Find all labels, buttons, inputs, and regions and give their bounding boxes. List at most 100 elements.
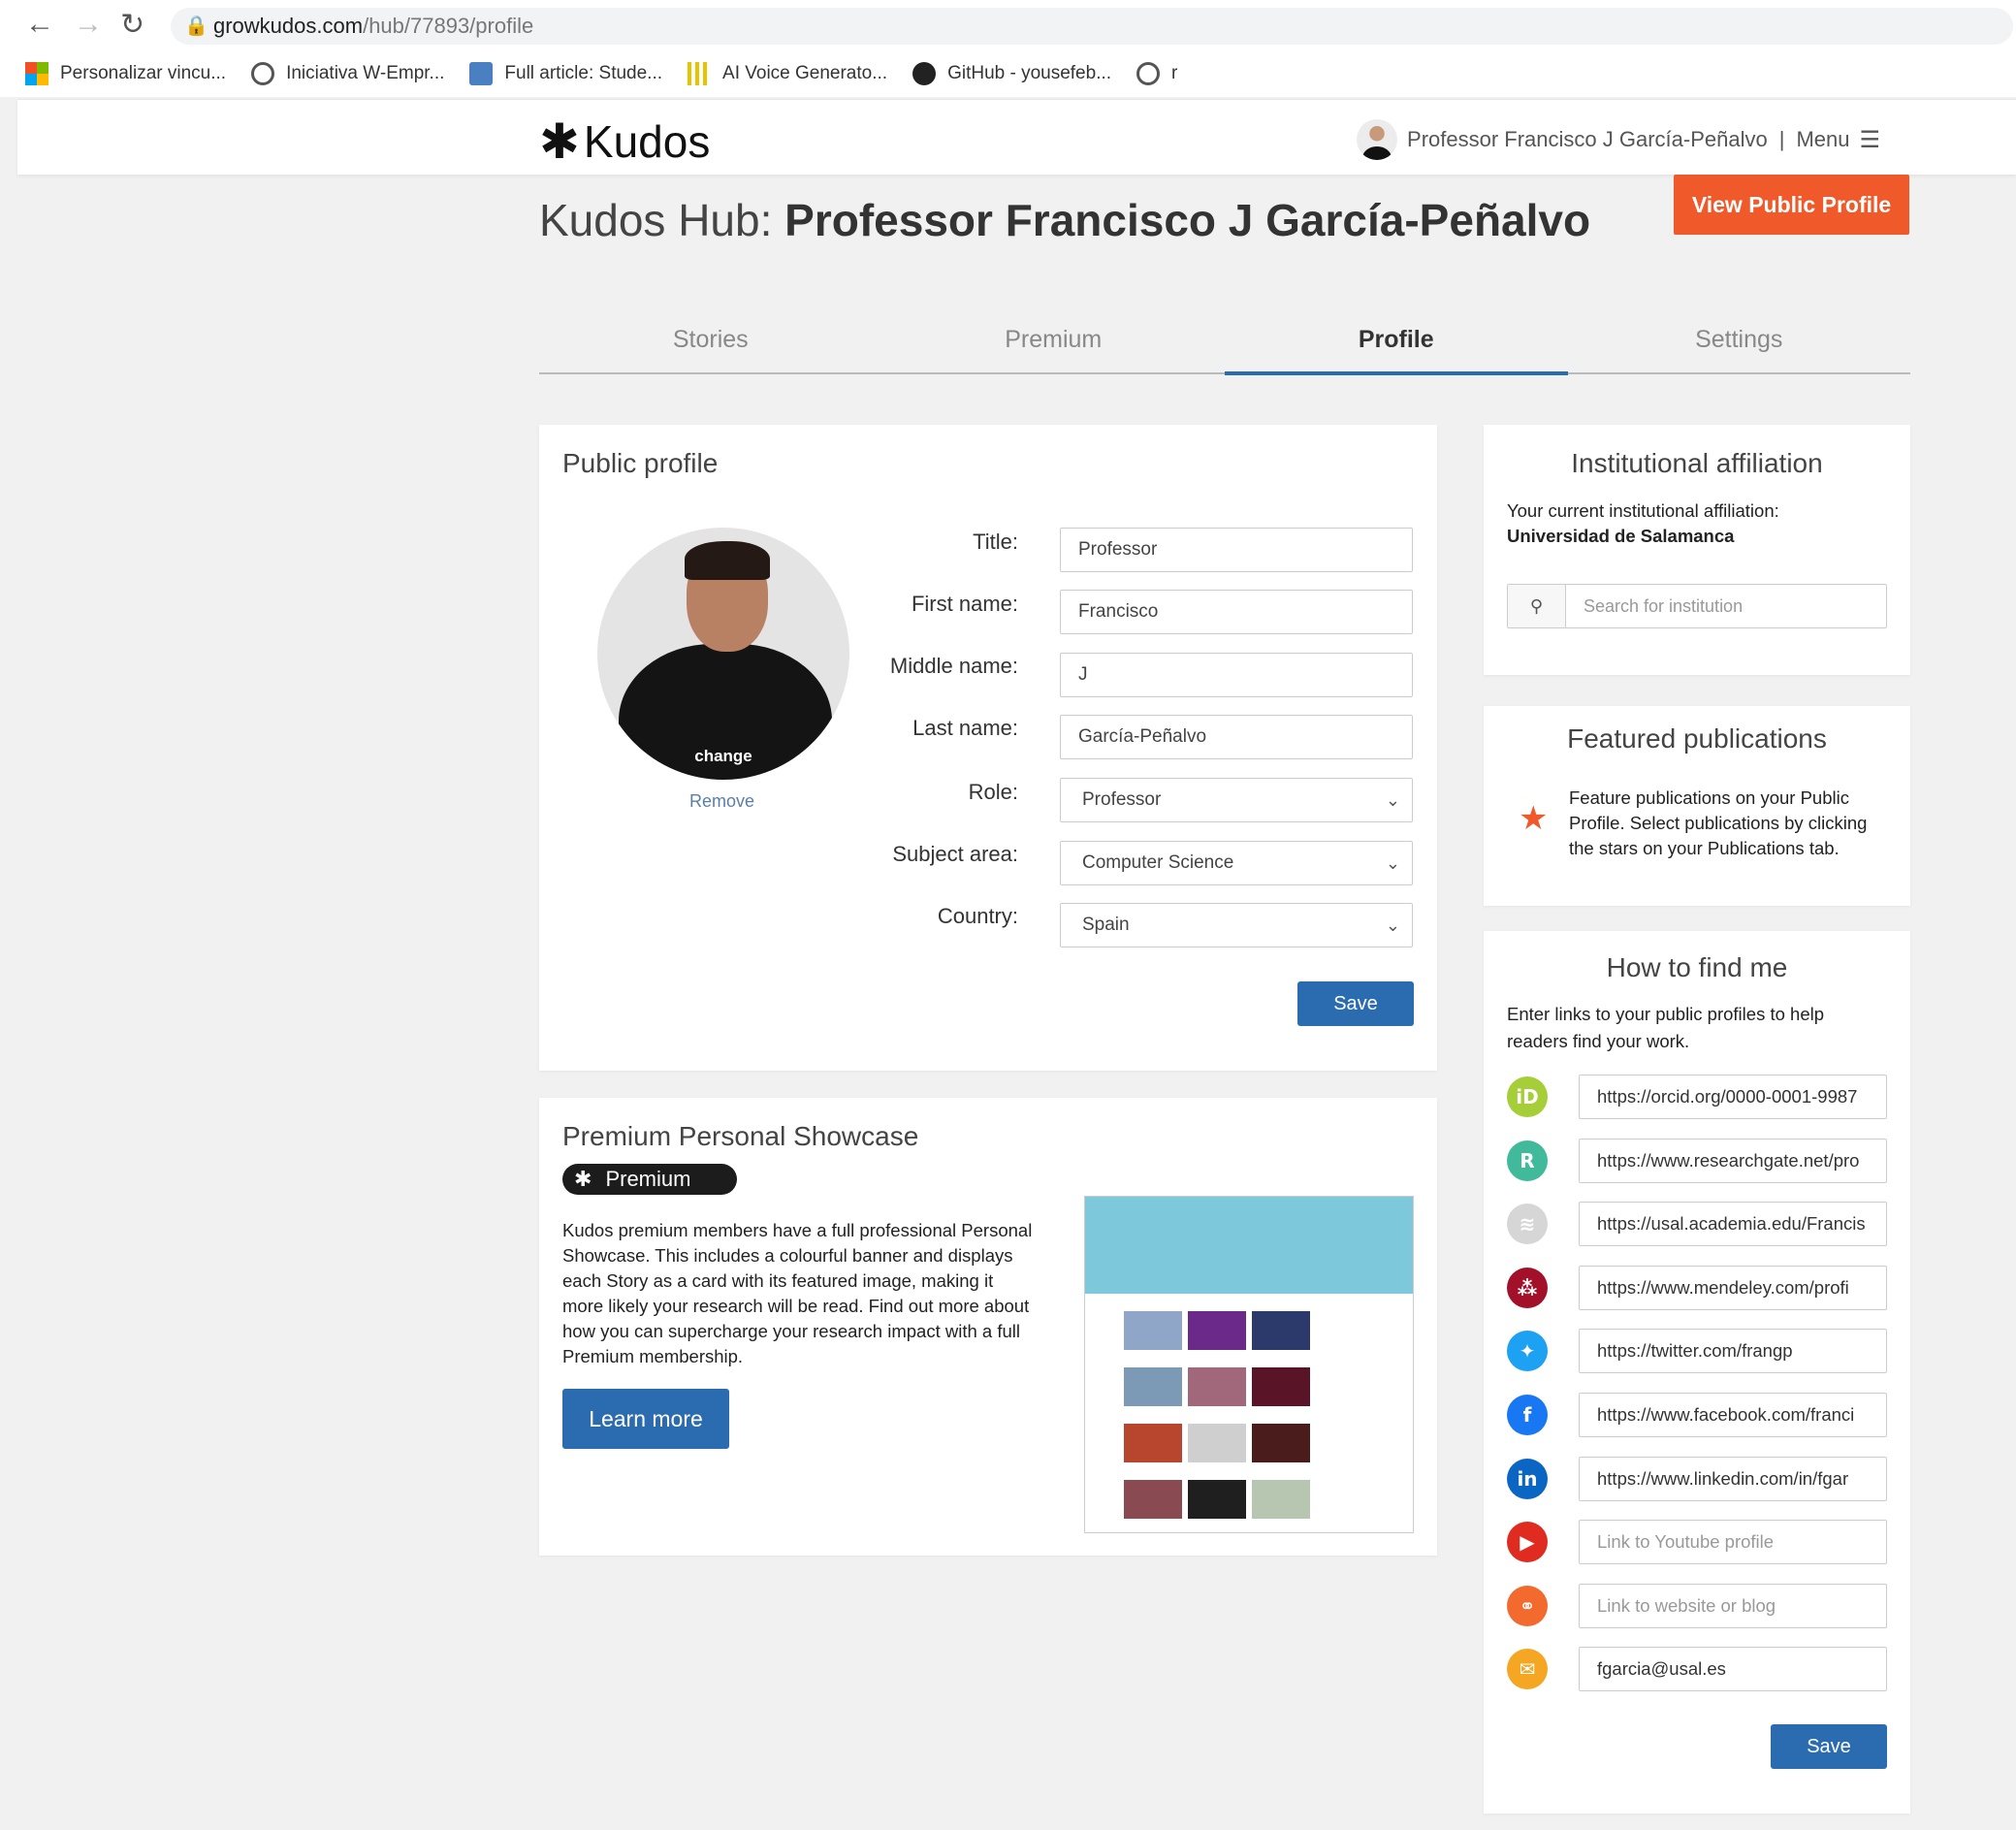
profile-link-input[interactable]: https://twitter.com/frangp [1579, 1329, 1887, 1374]
url-text: growkudos.com/hub/77893/profile [213, 14, 533, 39]
find-me-text: Enter links to your public profiles to h… [1507, 1004, 1825, 1051]
globe-icon [251, 62, 275, 85]
public-profile-heading: Public profile [562, 448, 719, 478]
affiliation-card: Institutional affiliation Your current i… [1484, 425, 1910, 675]
mendeley-icon: ⁂ [1507, 1267, 1548, 1308]
affiliation-value: Universidad de Salamanca [1507, 526, 1735, 546]
affiliation-heading: Institutional affiliation [1571, 448, 1823, 478]
preview-tile [1252, 1367, 1310, 1406]
url-host: growkudos.com [213, 14, 364, 38]
linkedin-icon: in [1507, 1458, 1548, 1499]
profile-link-row: Rhttps://www.researchgate.net/pro [1507, 1138, 1887, 1183]
page-title-name: Professor Francisco J García-Peñalvo [784, 195, 1591, 245]
orcid-icon: iD [1507, 1076, 1548, 1117]
voice-icon [688, 62, 712, 85]
profile-link-input[interactable]: https://orcid.org/0000-0001-9987 [1579, 1075, 1887, 1119]
url-path: /hub/77893/profile [363, 14, 534, 38]
bookmarks-bar: Personalizar vincu... Iniciativa W-Empr.… [0, 54, 2016, 93]
country-select[interactable]: Spain ⌄ [1060, 903, 1413, 947]
tab-profile[interactable]: Profile [1225, 316, 1568, 375]
middle-name-label: Middle name: [889, 654, 1018, 678]
forward-arrow-icon[interactable]: → [74, 8, 103, 41]
view-public-profile-button[interactable]: View Public Profile [1674, 175, 1909, 235]
learn-more-button[interactable]: Learn more [562, 1389, 729, 1449]
profile-link-input[interactable]: https://www.linkedin.com/in/fgar [1579, 1456, 1887, 1501]
kudos-logo[interactable]: ✱ Kudos [539, 113, 710, 170]
subject-area-label: Subject area: [892, 842, 1018, 866]
preview-tile [1124, 1424, 1182, 1462]
bookmark-label: Full article: Stude... [504, 63, 663, 83]
last-name-field[interactable]: García-Peñalvo [1060, 715, 1413, 759]
remove-photo-link[interactable]: Remove [689, 791, 754, 812]
bookmark-item[interactable]: r [1136, 62, 1177, 85]
profile-link-input[interactable]: https://usal.academia.edu/Francis [1579, 1202, 1887, 1247]
facebook-icon: f [1507, 1395, 1548, 1435]
profile-link-input[interactable]: https://www.facebook.com/franci [1579, 1393, 1887, 1437]
chevron-down-icon: ⌄ [1385, 853, 1400, 873]
preview-tile [1124, 1311, 1182, 1350]
bookmark-item[interactable]: GitHub - yousefeb... [912, 62, 1111, 85]
save-profile-button[interactable]: Save [1297, 981, 1414, 1026]
youtube-icon: ▶ [1507, 1522, 1548, 1563]
profile-link-row: ⚭ Link to website or blog [1507, 1583, 1887, 1628]
bookmark-item[interactable]: Full article: Stude... [469, 62, 662, 85]
title-field[interactable]: Professor [1060, 528, 1413, 572]
profile-link-row: f https://www.facebook.com/franci [1507, 1393, 1887, 1437]
reload-icon[interactable]: ↻ [120, 8, 144, 42]
preview-tile [1188, 1480, 1246, 1519]
profile-link-input[interactable]: Link to Youtube profile [1579, 1520, 1887, 1565]
profile-link-row: in https://www.linkedin.com/in/fgar [1507, 1456, 1887, 1501]
back-arrow-icon[interactable]: ← [25, 8, 54, 41]
profile-link-input[interactable]: https://www.researchgate.net/pro [1579, 1138, 1887, 1183]
title-label: Title: [973, 530, 1018, 554]
tab-stories[interactable]: Stories [539, 316, 882, 372]
showcase-heading: Premium Personal Showcase [562, 1121, 919, 1151]
profile-link-input[interactable]: https://www.mendeley.com/profi [1579, 1265, 1887, 1310]
affiliation-text: Your current institutional affiliation: … [1507, 498, 1779, 549]
change-photo-link[interactable]: change [597, 747, 849, 766]
bookmark-label: GitHub - yousefeb... [947, 63, 1112, 83]
role-select[interactable]: Professor ⌄ [1060, 778, 1413, 822]
photo-hair-shape [685, 541, 770, 580]
bookmark-item[interactable]: Personalizar vincu... [25, 62, 226, 85]
country-label: Country: [937, 904, 1018, 928]
preview-tile [1188, 1311, 1246, 1350]
first-name-field[interactable]: Francisco [1060, 590, 1413, 634]
researchgate-icon: R [1507, 1140, 1548, 1181]
save-links-button[interactable]: Save [1771, 1724, 1887, 1769]
hamburger-icon[interactable]: ☰ [1859, 126, 1880, 154]
page-title: Kudos Hub: Professor Francisco J García-… [539, 194, 1590, 246]
middle-name-field[interactable]: J [1060, 653, 1413, 697]
browser-chrome: ← → ↻ 🔒 growkudos.com/hub/77893/profile … [0, 0, 2016, 97]
search-icon[interactable]: ⚲ [1508, 585, 1566, 627]
subject-area-select[interactable]: Computer Science ⌄ [1060, 841, 1413, 885]
profile-photo[interactable]: change [597, 528, 849, 780]
tab-settings[interactable]: Settings [1568, 316, 1911, 372]
bookmark-item[interactable]: AI Voice Generato... [688, 62, 887, 85]
tab-premium[interactable]: Premium [882, 316, 1226, 372]
address-bar[interactable]: 🔒 growkudos.com/hub/77893/profile [171, 8, 2013, 45]
menu-label[interactable]: Menu [1796, 127, 1849, 152]
website-link-icon: ⚭ [1507, 1585, 1548, 1626]
user-name[interactable]: Professor Francisco J García-Peñalvo [1407, 127, 1768, 152]
find-me-heading: How to find me [1606, 952, 1788, 982]
bookmark-label: AI Voice Generato... [722, 63, 888, 83]
page-title-prefix: Kudos Hub: [539, 195, 785, 245]
github-icon [912, 62, 937, 85]
user-menu[interactable]: Professor Francisco J García-Peñalvo | M… [1357, 119, 1880, 160]
premium-badge: ✱ Premium [562, 1164, 737, 1195]
public-profile-card: Public profile change Remove Title: Prof… [539, 425, 1437, 1071]
preview-tile [1252, 1311, 1310, 1350]
search-placeholder: Search for institution [1584, 596, 1744, 616]
profile-link-row: ≋ https://usal.academia.edu/Francis [1507, 1202, 1887, 1247]
bookmark-item[interactable]: Iniciativa W-Empr... [251, 62, 444, 85]
chevron-down-icon: ⌄ [1385, 915, 1400, 935]
institution-search-input[interactable]: ⚲ Search for institution [1507, 584, 1887, 628]
profile-link-input[interactable]: Link to website or blog [1579, 1583, 1887, 1628]
showcase-description: Kudos premium members have a full profes… [562, 1220, 1033, 1366]
profile-link-input[interactable]: fgarcia@usal.es [1579, 1647, 1887, 1692]
premium-showcase-card: Premium Personal Showcase ✱ Premium Kudos… [539, 1098, 1437, 1556]
profile-link-row: ✉ fgarcia@usal.es [1507, 1647, 1887, 1692]
preview-tile [1124, 1480, 1182, 1519]
country-value: Spain [1082, 915, 1130, 935]
